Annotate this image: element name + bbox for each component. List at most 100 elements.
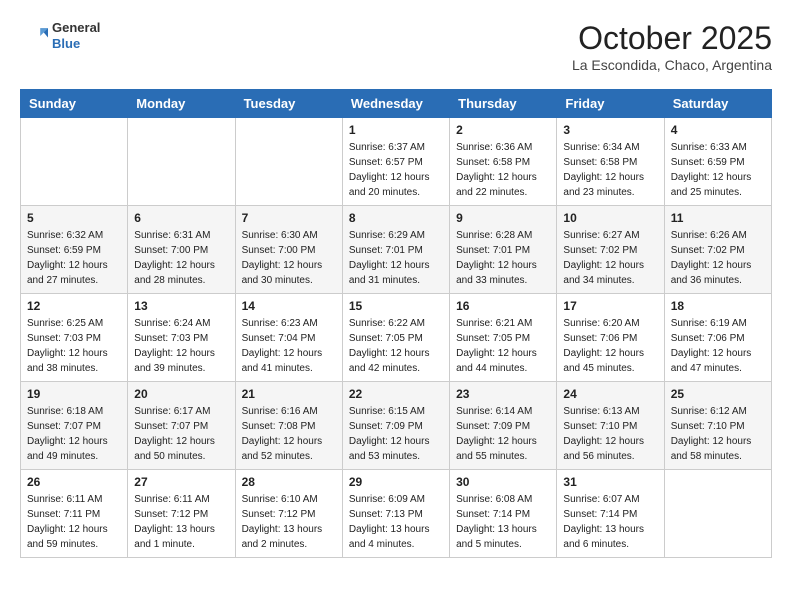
day-cell: 10 Sunrise: 6:27 AM Sunset: 7:02 PM Dayli…: [557, 206, 664, 294]
day-info: Sunrise: 6:34 AM Sunset: 6:58 PM Dayligh…: [563, 140, 657, 200]
location-subtitle: La Escondida, Chaco, Argentina: [572, 57, 772, 73]
weekday-header-tuesday: Tuesday: [235, 90, 342, 118]
day-number: 14: [242, 299, 336, 313]
day-number: 26: [27, 475, 121, 489]
day-cell: [235, 118, 342, 206]
day-info: Sunrise: 6:27 AM Sunset: 7:02 PM Dayligh…: [563, 228, 657, 288]
day-number: 17: [563, 299, 657, 313]
day-info: Sunrise: 6:07 AM Sunset: 7:14 PM Dayligh…: [563, 492, 657, 552]
day-number: 1: [349, 123, 443, 137]
day-cell: 31 Sunrise: 6:07 AM Sunset: 7:14 PM Dayli…: [557, 470, 664, 558]
day-cell: 22Sunrise: 6:15 AM Sunset: 7:09 PM Dayli…: [342, 382, 449, 470]
day-info: Sunrise: 6:25 AM Sunset: 7:03 PM Dayligh…: [27, 316, 121, 376]
day-info: Sunrise: 6:10 AM Sunset: 7:12 PM Dayligh…: [242, 492, 336, 552]
week-row-0: 1 Sunrise: 6:37 AM Sunset: 6:57 PM Daylig…: [21, 118, 772, 206]
month-title: October 2025: [572, 20, 772, 57]
day-number: 23: [456, 387, 550, 401]
day-cell: 25 Sunrise: 6:12 AM Sunset: 7:10 PM Dayli…: [664, 382, 771, 470]
day-cell: 12 Sunrise: 6:25 AM Sunset: 7:03 PM Dayli…: [21, 294, 128, 382]
day-number: 21: [242, 387, 336, 401]
day-number: 28: [242, 475, 336, 489]
day-number: 8: [349, 211, 443, 225]
day-cell: 14Sunrise: 6:23 AM Sunset: 7:04 PM Dayli…: [235, 294, 342, 382]
day-cell: 29 Sunrise: 6:09 AM Sunset: 7:13 PM Dayli…: [342, 470, 449, 558]
day-number: 10: [563, 211, 657, 225]
week-row-4: 26 Sunrise: 6:11 AM Sunset: 7:11 PM Dayli…: [21, 470, 772, 558]
day-cell: 9Sunrise: 6:28 AM Sunset: 7:01 PM Daylig…: [450, 206, 557, 294]
day-cell: 8 Sunrise: 6:29 AM Sunset: 7:01 PM Daylig…: [342, 206, 449, 294]
day-cell: 4Sunrise: 6:33 AM Sunset: 6:59 PM Daylig…: [664, 118, 771, 206]
weekday-header-monday: Monday: [128, 90, 235, 118]
day-number: 13: [134, 299, 228, 313]
day-info: Sunrise: 6:24 AM Sunset: 7:03 PM Dayligh…: [134, 316, 228, 376]
day-info: Sunrise: 6:31 AM Sunset: 7:00 PM Dayligh…: [134, 228, 228, 288]
logo-text: General Blue: [52, 20, 100, 51]
day-info: Sunrise: 6:08 AM Sunset: 7:14 PM Dayligh…: [456, 492, 550, 552]
day-info: Sunrise: 6:30 AM Sunset: 7:00 PM Dayligh…: [242, 228, 336, 288]
day-info: Sunrise: 6:21 AM Sunset: 7:05 PM Dayligh…: [456, 316, 550, 376]
day-info: Sunrise: 6:20 AM Sunset: 7:06 PM Dayligh…: [563, 316, 657, 376]
day-cell: 11Sunrise: 6:26 AM Sunset: 7:02 PM Dayli…: [664, 206, 771, 294]
day-info: Sunrise: 6:09 AM Sunset: 7:13 PM Dayligh…: [349, 492, 443, 552]
day-cell: 15Sunrise: 6:22 AM Sunset: 7:05 PM Dayli…: [342, 294, 449, 382]
day-number: 31: [563, 475, 657, 489]
day-number: 2: [456, 123, 550, 137]
day-info: Sunrise: 6:18 AM Sunset: 7:07 PM Dayligh…: [27, 404, 121, 464]
day-number: 3: [563, 123, 657, 137]
day-number: 27: [134, 475, 228, 489]
day-cell: 2 Sunrise: 6:36 AM Sunset: 6:58 PM Daylig…: [450, 118, 557, 206]
day-number: 30: [456, 475, 550, 489]
day-cell: 1 Sunrise: 6:37 AM Sunset: 6:57 PM Daylig…: [342, 118, 449, 206]
weekday-header-sunday: Sunday: [21, 90, 128, 118]
day-cell: 28 Sunrise: 6:10 AM Sunset: 7:12 PM Dayli…: [235, 470, 342, 558]
week-row-3: 19 Sunrise: 6:18 AM Sunset: 7:07 PM Dayli…: [21, 382, 772, 470]
day-info: Sunrise: 6:16 AM Sunset: 7:08 PM Dayligh…: [242, 404, 336, 464]
day-number: 7: [242, 211, 336, 225]
day-info: Sunrise: 6:29 AM Sunset: 7:01 PM Dayligh…: [349, 228, 443, 288]
day-cell: 3 Sunrise: 6:34 AM Sunset: 6:58 PM Daylig…: [557, 118, 664, 206]
day-cell: 7 Sunrise: 6:30 AM Sunset: 7:00 PM Daylig…: [235, 206, 342, 294]
day-info: Sunrise: 6:33 AM Sunset: 6:59 PM Dayligh…: [671, 140, 765, 200]
day-cell: 17 Sunrise: 6:20 AM Sunset: 7:06 PM Dayli…: [557, 294, 664, 382]
weekday-header-row: SundayMondayTuesdayWednesdayThursdayFrid…: [21, 90, 772, 118]
day-cell: 20Sunrise: 6:17 AM Sunset: 7:07 PM Dayli…: [128, 382, 235, 470]
day-cell: 18 Sunrise: 6:19 AM Sunset: 7:06 PM Dayli…: [664, 294, 771, 382]
weekday-header-saturday: Saturday: [664, 90, 771, 118]
weekday-header-wednesday: Wednesday: [342, 90, 449, 118]
day-info: Sunrise: 6:11 AM Sunset: 7:11 PM Dayligh…: [27, 492, 121, 552]
day-info: Sunrise: 6:13 AM Sunset: 7:10 PM Dayligh…: [563, 404, 657, 464]
day-number: 12: [27, 299, 121, 313]
day-number: 19: [27, 387, 121, 401]
logo-icon: [20, 22, 48, 50]
title-block: October 2025 La Escondida, Chaco, Argent…: [572, 20, 772, 73]
day-info: Sunrise: 6:11 AM Sunset: 7:12 PM Dayligh…: [134, 492, 228, 552]
weekday-header-friday: Friday: [557, 90, 664, 118]
day-number: 29: [349, 475, 443, 489]
day-cell: 27 Sunrise: 6:11 AM Sunset: 7:12 PM Dayli…: [128, 470, 235, 558]
day-info: Sunrise: 6:36 AM Sunset: 6:58 PM Dayligh…: [456, 140, 550, 200]
day-cell: 24 Sunrise: 6:13 AM Sunset: 7:10 PM Dayli…: [557, 382, 664, 470]
day-cell: 5Sunrise: 6:32 AM Sunset: 6:59 PM Daylig…: [21, 206, 128, 294]
day-info: Sunrise: 6:32 AM Sunset: 6:59 PM Dayligh…: [27, 228, 121, 288]
page-header: General Blue October 2025 La Escondida, …: [20, 20, 772, 73]
day-cell: 30 Sunrise: 6:08 AM Sunset: 7:14 PM Dayli…: [450, 470, 557, 558]
day-number: 9: [456, 211, 550, 225]
day-number: 24: [563, 387, 657, 401]
day-number: 18: [671, 299, 765, 313]
day-number: 6: [134, 211, 228, 225]
day-cell: [21, 118, 128, 206]
week-row-1: 5Sunrise: 6:32 AM Sunset: 6:59 PM Daylig…: [21, 206, 772, 294]
day-cell: [128, 118, 235, 206]
day-info: Sunrise: 6:26 AM Sunset: 7:02 PM Dayligh…: [671, 228, 765, 288]
day-info: Sunrise: 6:22 AM Sunset: 7:05 PM Dayligh…: [349, 316, 443, 376]
day-number: 16: [456, 299, 550, 313]
week-row-2: 12 Sunrise: 6:25 AM Sunset: 7:03 PM Dayli…: [21, 294, 772, 382]
day-cell: 19 Sunrise: 6:18 AM Sunset: 7:07 PM Dayli…: [21, 382, 128, 470]
day-info: Sunrise: 6:12 AM Sunset: 7:10 PM Dayligh…: [671, 404, 765, 464]
logo-general-text: General: [52, 20, 100, 36]
day-info: Sunrise: 6:19 AM Sunset: 7:06 PM Dayligh…: [671, 316, 765, 376]
day-number: 25: [671, 387, 765, 401]
logo: General Blue: [20, 20, 100, 51]
day-info: Sunrise: 6:37 AM Sunset: 6:57 PM Dayligh…: [349, 140, 443, 200]
day-cell: 16 Sunrise: 6:21 AM Sunset: 7:05 PM Dayli…: [450, 294, 557, 382]
